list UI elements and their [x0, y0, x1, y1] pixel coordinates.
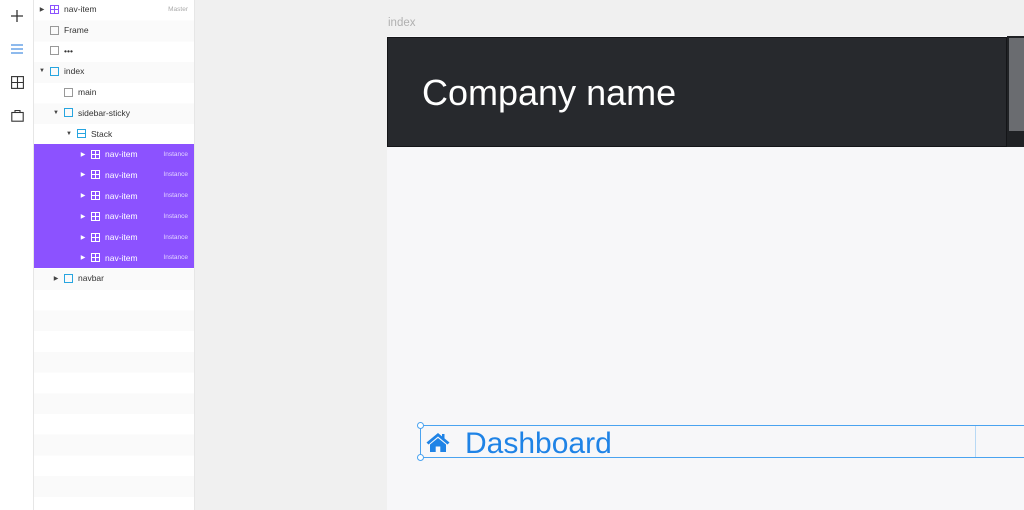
- layer-label: nav-item: [105, 232, 138, 243]
- layer-label: nav-item: [105, 211, 138, 222]
- component-instance-icon: [91, 232, 100, 242]
- artboard-icon: [64, 273, 73, 283]
- frame-title[interactable]: index: [388, 17, 416, 29]
- layers-icon[interactable]: [7, 39, 27, 59]
- layer-label: nav-item: [105, 190, 138, 201]
- layer-tag: Instance: [163, 150, 188, 158]
- layer-row-nav-item-instance[interactable]: ▶ nav-item Instance: [34, 164, 194, 186]
- layer-label: index: [64, 66, 85, 77]
- layer-label: nav-item: [105, 169, 138, 180]
- index-frame[interactable]: Company name Dashboard: [387, 36, 1024, 510]
- component-instance-icon: [91, 170, 100, 180]
- layer-row-nav-item-instance[interactable]: ▶ nav-item Instance: [34, 143, 194, 165]
- layer-row-index[interactable]: ▼ index: [34, 61, 194, 82]
- caret-down-icon[interactable]: ▼: [52, 110, 60, 116]
- nav-item-divider: [975, 426, 976, 457]
- layer-tag: Instance: [163, 192, 188, 200]
- bag-icon[interactable]: [7, 105, 27, 125]
- layer-row-frame[interactable]: Frame: [34, 20, 194, 41]
- caret-down-icon[interactable]: ▼: [65, 131, 73, 137]
- layer-row-navbar[interactable]: ▶ navbar: [34, 268, 194, 289]
- layer-row-ellipsis[interactable]: •••: [34, 40, 194, 61]
- grid-icon[interactable]: [7, 72, 27, 92]
- caret-right-icon[interactable]: ▶: [79, 192, 87, 199]
- layer-row-nav-item-instance[interactable]: ▶ nav-item Instance: [34, 226, 194, 248]
- frame-icon: [50, 25, 59, 35]
- layer-row-sidebar-sticky[interactable]: ▼ sidebar-sticky: [34, 103, 194, 124]
- layer-label: Frame: [64, 25, 89, 36]
- layer-row-nav-item-instance[interactable]: ▶ nav-item Instance: [34, 247, 194, 269]
- selection-handle-top-left[interactable]: [417, 422, 424, 429]
- artboard-icon: [64, 108, 73, 118]
- artboard-icon: [50, 66, 59, 76]
- caret-right-icon[interactable]: ▶: [52, 275, 60, 282]
- component-instance-icon: [91, 253, 100, 263]
- layers-panel: ▶ nav-item Master Frame ••• ▼ index main: [34, 0, 195, 510]
- layer-tag: Instance: [163, 212, 188, 220]
- layer-label: nav-item: [105, 149, 138, 160]
- layer-label: •••: [64, 45, 73, 56]
- layer-tag: Master: [168, 5, 188, 13]
- caret-down-icon[interactable]: ▼: [38, 68, 46, 74]
- caret-right-icon[interactable]: ▶: [79, 151, 87, 158]
- nav-item-label: Dashboard: [465, 427, 612, 460]
- stack-icon: [77, 129, 86, 139]
- selection-handle-bottom-left[interactable]: [417, 454, 424, 461]
- caret-right-icon[interactable]: ▶: [38, 6, 46, 13]
- layer-tag: Instance: [163, 254, 188, 262]
- company-name[interactable]: Company name: [422, 72, 676, 114]
- home-icon: [425, 431, 451, 453]
- layer-row-stack[interactable]: ▼ Stack: [34, 123, 194, 144]
- layer-tag: Instance: [163, 171, 188, 179]
- component-instance-icon: [91, 191, 100, 201]
- caret-right-icon[interactable]: ▶: [79, 213, 87, 220]
- layer-label: Stack: [91, 128, 113, 139]
- sidebar-strip-inner: [1009, 38, 1024, 131]
- navbar[interactable]: Company name: [387, 37, 1007, 147]
- layer-row-nav-item-master[interactable]: ▶ nav-item Master: [34, 0, 194, 20]
- layer-row-nav-item-instance[interactable]: ▶ nav-item Instance: [34, 185, 194, 206]
- component-instance-icon: [91, 149, 100, 159]
- left-toolbar: [0, 0, 34, 510]
- layer-label: nav-item: [64, 4, 97, 15]
- nav-item-dashboard[interactable]: Dashboard: [420, 425, 1024, 460]
- design-canvas[interactable]: index Company name Dashboard: [195, 0, 1024, 510]
- layer-label: sidebar-sticky: [78, 107, 130, 118]
- caret-right-icon[interactable]: ▶: [79, 254, 87, 261]
- layer-label: nav-item: [105, 252, 138, 263]
- layer-label: navbar: [78, 273, 104, 284]
- layer-tag: Instance: [163, 233, 188, 241]
- frame-icon: [50, 46, 59, 56]
- layer-label: main: [78, 87, 97, 98]
- layer-row-main[interactable]: main: [34, 82, 194, 103]
- component-instance-icon: [91, 211, 100, 221]
- component-master-icon: [50, 4, 59, 14]
- plus-icon[interactable]: [7, 6, 27, 26]
- caret-right-icon[interactable]: ▶: [79, 171, 87, 178]
- frame-icon: [64, 87, 73, 97]
- caret-right-icon[interactable]: ▶: [79, 234, 87, 241]
- layer-row-nav-item-instance[interactable]: ▶ nav-item Instance: [34, 206, 194, 227]
